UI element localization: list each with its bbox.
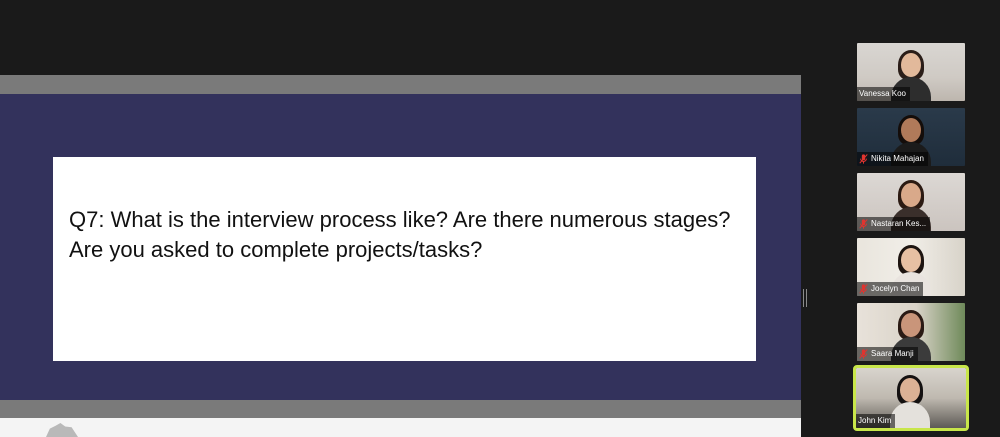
participant-name-label: Jocelyn Chan <box>857 282 924 296</box>
video-feed <box>890 375 930 428</box>
participant-name-label: Saara Manji <box>857 347 918 361</box>
question-card: Q7: What is the interview process like? … <box>53 157 756 361</box>
map-shape-icon <box>46 423 78 437</box>
participant-tile-nastaran[interactable]: Nastaran Kes... <box>857 173 965 231</box>
participant-tile-vanessa-koo[interactable]: Vanessa Koo <box>857 43 965 101</box>
participant-name-label: Vanessa Koo <box>857 87 910 101</box>
participant-tile-john-kim[interactable]: John Kim <box>853 365 969 431</box>
mic-muted-icon <box>859 154 868 164</box>
participant-tile-nikita-mahajan[interactable]: Nikita Mahajan <box>857 108 965 166</box>
participant-tile-jocelyn-chan[interactable]: Jocelyn Chan <box>857 238 965 296</box>
mic-muted-icon <box>859 349 868 359</box>
panel-resize-handle[interactable] <box>803 289 807 307</box>
participant-name-label: John Kim <box>856 414 896 428</box>
mic-muted-icon <box>859 284 868 294</box>
next-slide-preview <box>0 418 801 437</box>
question-text: Q7: What is the interview process like? … <box>69 207 731 262</box>
participant-name-label: Nastaran Kes... <box>857 217 931 231</box>
participant-name-label: Nikita Mahajan <box>857 152 928 166</box>
participant-tile-saara-manji[interactable]: Saara Manji <box>857 303 965 361</box>
mic-muted-icon <box>859 219 868 229</box>
